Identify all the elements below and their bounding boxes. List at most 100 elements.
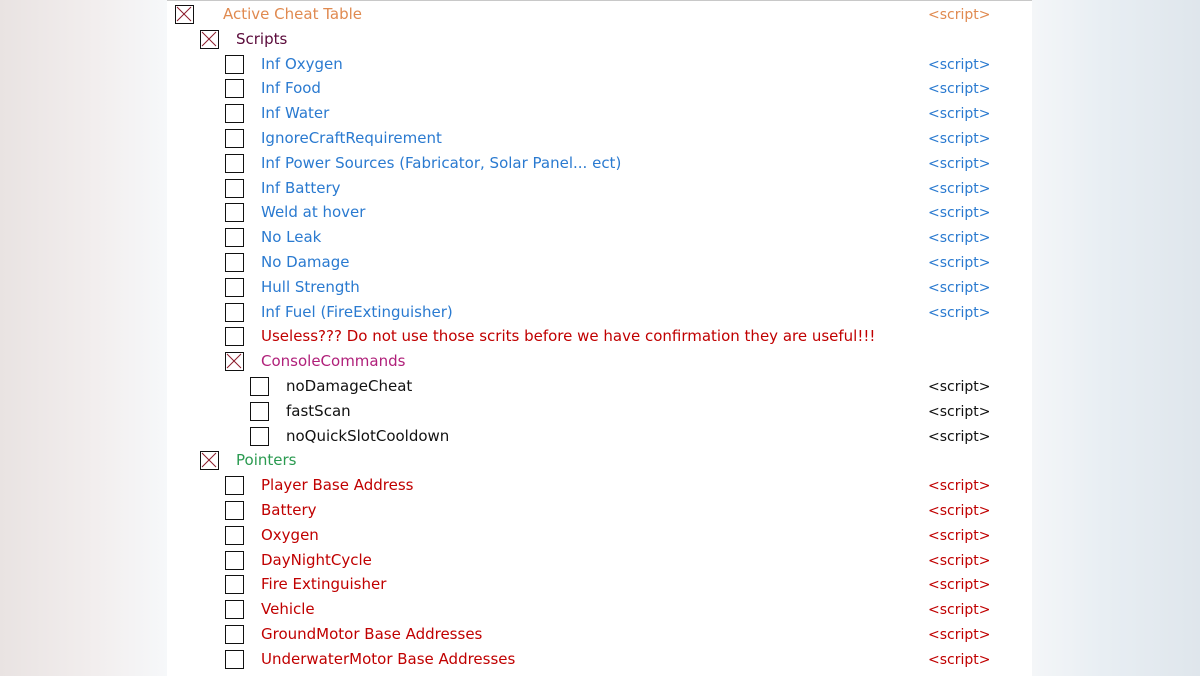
row-value: <script> bbox=[928, 230, 991, 247]
row-description: No Damage bbox=[261, 253, 350, 271]
table-row[interactable]: Inf Power Sources (Fabricator, Solar Pan… bbox=[167, 152, 1032, 176]
row-value: <script> bbox=[928, 7, 991, 23]
activate-checkbox[interactable] bbox=[250, 401, 269, 421]
activate-checkbox[interactable] bbox=[225, 228, 244, 248]
table-row[interactable]: Active Cheat Table <script> bbox=[167, 3, 1032, 27]
row-value: <script> bbox=[928, 131, 991, 147]
row-value: <script> bbox=[928, 106, 991, 123]
row-value: <script> bbox=[928, 527, 991, 544]
cross-icon bbox=[176, 6, 192, 22]
activate-checkbox[interactable] bbox=[225, 352, 244, 372]
cross-icon bbox=[226, 353, 242, 369]
activate-checkbox[interactable] bbox=[225, 178, 244, 198]
activate-checkbox[interactable] bbox=[225, 476, 244, 496]
row-value: <script> bbox=[928, 503, 991, 519]
table-row[interactable]: Scripts bbox=[167, 28, 1032, 52]
row-description: Battery bbox=[261, 501, 317, 519]
table-row[interactable]: Inf Fuel (FireExtinguisher) <script> bbox=[167, 301, 1032, 325]
table-row[interactable]: Inf Battery <script> bbox=[167, 177, 1032, 201]
row-value: <script> bbox=[928, 577, 991, 594]
activate-checkbox[interactable] bbox=[225, 525, 244, 545]
row-value: <script> bbox=[928, 478, 991, 495]
table-row[interactable]: No Leak <script> bbox=[167, 226, 1032, 250]
row-description: Inf Power Sources (Fabricator, Solar Pan… bbox=[261, 153, 622, 172]
table-row[interactable]: Hull Strength <script> bbox=[167, 276, 1032, 300]
activate-checkbox[interactable] bbox=[225, 79, 244, 99]
table-row[interactable]: fastScan <script> bbox=[167, 400, 1032, 424]
row-description: Inf Water bbox=[261, 104, 330, 123]
table-row[interactable]: No Damage <script> bbox=[167, 251, 1032, 275]
activate-checkbox[interactable] bbox=[225, 104, 244, 124]
table-row[interactable]: Inf Food <script> bbox=[167, 77, 1032, 101]
row-description: Pointers bbox=[236, 451, 297, 470]
activate-checkbox[interactable] bbox=[225, 649, 244, 669]
table-row[interactable]: Inf Oxygen <script> bbox=[167, 53, 1032, 77]
row-value: <script> bbox=[928, 651, 991, 668]
row-value: <script> bbox=[928, 627, 991, 643]
activate-checkbox[interactable] bbox=[225, 550, 244, 570]
row-value: <script> bbox=[928, 180, 991, 197]
activate-checkbox[interactable] bbox=[225, 54, 244, 74]
row-description: UnderwaterMotor Base Addresses bbox=[261, 649, 516, 668]
row-value: <script> bbox=[928, 428, 991, 445]
row-description: ConsoleCommands bbox=[261, 352, 406, 371]
activate-checkbox[interactable] bbox=[225, 203, 244, 223]
row-value: <script> bbox=[928, 279, 991, 296]
row-description: Weld at hover bbox=[261, 203, 366, 222]
table-row[interactable]: Pointers bbox=[167, 449, 1032, 473]
table-row[interactable]: ConsoleCommands bbox=[167, 350, 1032, 374]
row-value: <script> bbox=[928, 552, 991, 569]
cheat-table-list: Active Cheat Table <script> Scripts Inf Oxy… bbox=[167, 0, 1032, 676]
row-description: Vehicle bbox=[261, 600, 315, 619]
table-row[interactable]: Weld at hover <script> bbox=[167, 201, 1032, 225]
table-row[interactable]: Inf Water <script> bbox=[167, 102, 1032, 126]
row-description: Active Cheat Table bbox=[223, 5, 363, 23]
activate-checkbox[interactable] bbox=[200, 451, 219, 471]
row-description: Oxygen bbox=[261, 525, 319, 544]
row-value: <script> bbox=[928, 602, 991, 619]
activate-checkbox[interactable] bbox=[225, 625, 244, 644]
table-row[interactable]: IgnoreCraftRequirement <script> bbox=[167, 127, 1032, 151]
activate-checkbox[interactable] bbox=[250, 377, 269, 396]
row-description: Scripts bbox=[236, 29, 288, 48]
activate-checkbox[interactable] bbox=[225, 575, 244, 595]
row-value: <script> bbox=[928, 304, 991, 321]
row-description: noDamageCheat bbox=[286, 377, 413, 395]
row-description: Player Base Address bbox=[261, 476, 414, 495]
row-value: <script> bbox=[928, 255, 991, 271]
activate-checkbox[interactable] bbox=[225, 302, 244, 322]
activate-checkbox[interactable] bbox=[250, 426, 269, 446]
table-row[interactable]: noQuickSlotCooldown <script> bbox=[167, 425, 1032, 449]
table-row[interactable]: GroundMotor Base Addresses <script> bbox=[167, 623, 1032, 647]
row-description: Inf Fuel (FireExtinguisher) bbox=[261, 302, 453, 321]
table-row[interactable]: Useless??? Do not use those scrits befor… bbox=[167, 325, 1032, 349]
row-description: Fire Extinguisher bbox=[261, 575, 387, 594]
table-row[interactable]: Battery <script> bbox=[167, 499, 1032, 523]
table-row[interactable]: DayNightCycle <script> bbox=[167, 549, 1032, 573]
activate-checkbox[interactable] bbox=[225, 153, 244, 173]
row-value: <script> bbox=[928, 379, 991, 395]
table-row[interactable]: Vehicle <script> bbox=[167, 598, 1032, 622]
table-row[interactable]: noDamageCheat <script> bbox=[167, 375, 1032, 399]
table-row[interactable]: Oxygen <script> bbox=[167, 524, 1032, 548]
activate-checkbox[interactable] bbox=[225, 327, 244, 347]
activate-checkbox[interactable] bbox=[225, 129, 244, 148]
table-row[interactable]: Fire Extinguisher <script> bbox=[167, 573, 1032, 597]
table-row[interactable]: Player Base Address <script> bbox=[167, 474, 1032, 498]
table-row[interactable]: UnderwaterMotor Base Addresses <script> bbox=[167, 648, 1032, 672]
row-description: fastScan bbox=[286, 401, 351, 420]
row-description: Hull Strength bbox=[261, 277, 360, 296]
activate-checkbox[interactable] bbox=[175, 5, 194, 24]
row-description: Inf Oxygen bbox=[261, 54, 343, 73]
activate-checkbox[interactable] bbox=[225, 277, 244, 297]
row-description: GroundMotor Base Addresses bbox=[261, 625, 483, 643]
row-description: Inf Battery bbox=[261, 178, 341, 197]
row-value: <script> bbox=[928, 81, 991, 98]
row-value: <script> bbox=[928, 403, 991, 420]
activate-checkbox[interactable] bbox=[225, 600, 244, 620]
row-value: <script> bbox=[928, 155, 991, 172]
row-value: <script> bbox=[928, 56, 991, 73]
activate-checkbox[interactable] bbox=[225, 253, 244, 272]
activate-checkbox[interactable] bbox=[225, 501, 244, 520]
activate-checkbox[interactable] bbox=[200, 29, 219, 49]
